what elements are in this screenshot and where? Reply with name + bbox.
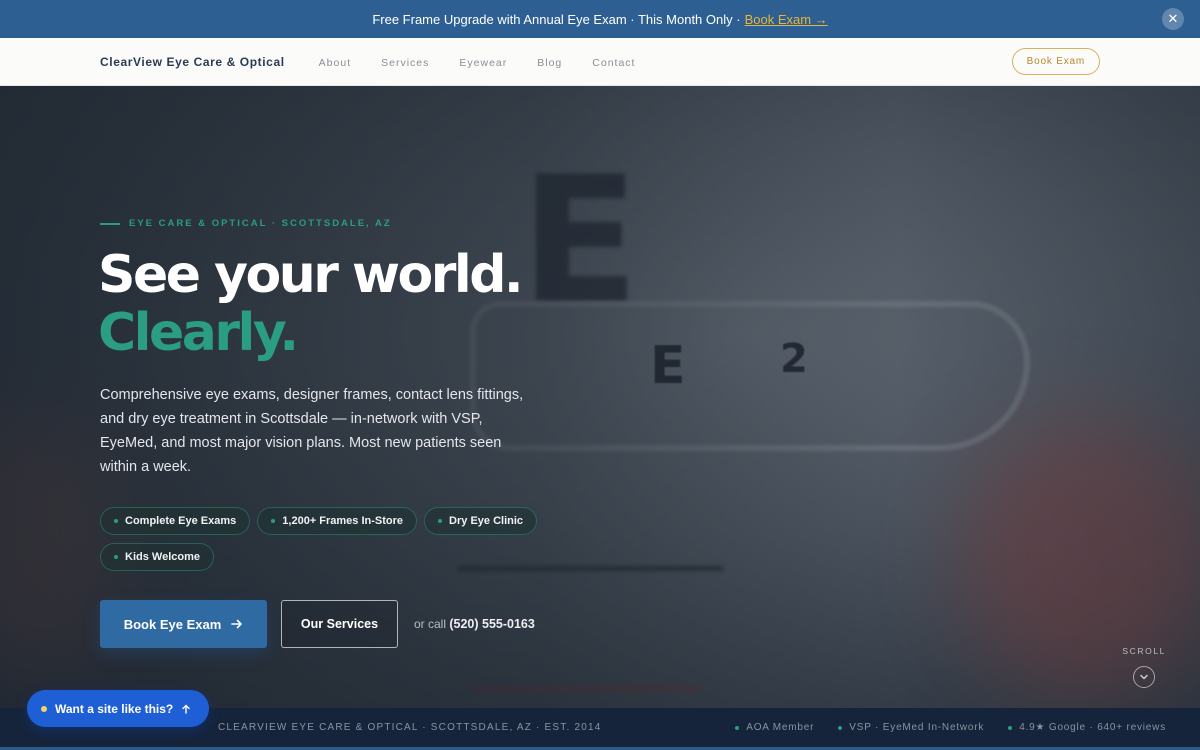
widget-label: Want a site like this? bbox=[55, 701, 174, 716]
feature-chip: 1,200+ Frames In-Store bbox=[257, 507, 418, 535]
headline-line-1: See your world. bbox=[98, 245, 524, 305]
arrow-right-icon bbox=[231, 619, 243, 629]
scroll-indicator: SCROLL bbox=[1122, 646, 1166, 688]
feature-chips: Complete Eye Exams 1,200+ Frames In-Stor… bbox=[100, 507, 540, 571]
chip-label: Complete Eye Exams bbox=[125, 515, 237, 527]
announcement-text: Free Frame Upgrade with Annual Eye Exam … bbox=[372, 11, 741, 27]
hero-section: E E 2 EYE CARE & OPTICAL · SCOTTSDALE, A… bbox=[0, 86, 1200, 708]
credential-badge: 4.9★ Google · 640+ reviews bbox=[1008, 722, 1166, 733]
close-announcement-button[interactable]: ✕ bbox=[1162, 8, 1184, 30]
site-promo-widget-button[interactable]: Want a site like this? bbox=[27, 690, 210, 727]
nav-link-services[interactable]: Services bbox=[381, 57, 429, 69]
badge-dot-icon bbox=[735, 725, 740, 730]
nav-link-contact[interactable]: Contact bbox=[592, 57, 635, 69]
headline-line-2: Clearly. bbox=[98, 303, 299, 364]
arrow-up-icon bbox=[182, 704, 190, 714]
call-prefix: or call bbox=[414, 617, 447, 631]
chip-dot-icon bbox=[114, 555, 118, 559]
our-services-button[interactable]: Our Services bbox=[281, 600, 398, 648]
book-eye-exam-label: Book Eye Exam bbox=[123, 616, 222, 632]
scroll-label: SCROLL bbox=[1122, 646, 1166, 656]
badge-dot-icon bbox=[1008, 725, 1013, 730]
status-dot-icon bbox=[41, 705, 47, 712]
feature-chip: Kids Welcome bbox=[100, 543, 214, 571]
chip-label: 1,200+ Frames In-Store bbox=[282, 515, 404, 527]
phone-link[interactable]: (520) 555-0163 bbox=[449, 617, 534, 631]
announcement-bar: Free Frame Upgrade with Annual Eye Exam … bbox=[0, 0, 1200, 38]
credential-badge: VSP · EyeMed In-Network bbox=[838, 722, 984, 733]
scroll-down-button[interactable] bbox=[1133, 666, 1156, 688]
hero-cta-row: Book Eye Exam Our Services or call (520)… bbox=[100, 600, 535, 648]
feature-chip: Complete Eye Exams bbox=[100, 507, 251, 535]
eyebrow-rule bbox=[100, 222, 120, 225]
nav-link-about[interactable]: About bbox=[319, 57, 351, 69]
chip-label: Kids Welcome bbox=[125, 551, 200, 563]
badge-label: AOA Member bbox=[746, 722, 815, 733]
hero-eyebrow: EYE CARE & OPTICAL · SCOTTSDALE, AZ bbox=[100, 218, 392, 229]
credential-badge: AOA Member bbox=[735, 722, 814, 733]
announcement-book-link[interactable]: Book Exam → bbox=[745, 12, 828, 27]
chip-label: Dry Eye Clinic bbox=[449, 515, 524, 527]
nav-book-exam-button[interactable]: Book Exam bbox=[1011, 48, 1100, 75]
call-text: or call (520) 555-0163 bbox=[414, 617, 535, 631]
close-icon: ✕ bbox=[1167, 11, 1179, 26]
hero-headline: See your world. Clearly. bbox=[98, 245, 524, 364]
badge-label: 4.9★ Google · 640+ reviews bbox=[1019, 722, 1166, 733]
nav-link-blog[interactable]: Blog bbox=[537, 57, 562, 69]
badge-dot-icon bbox=[838, 725, 843, 730]
nav-link-eyewear[interactable]: Eyewear bbox=[459, 57, 507, 69]
feature-chip: Dry Eye Clinic bbox=[424, 507, 538, 535]
nav-links: About Services Eyewear Blog Contact bbox=[319, 57, 636, 69]
chevron-down-icon bbox=[1140, 674, 1148, 680]
top-nav: ClearView Eye Care & Optical About Servi… bbox=[0, 38, 1200, 86]
chip-dot-icon bbox=[114, 519, 118, 523]
eyebrow-text: EYE CARE & OPTICAL · SCOTTSDALE, AZ bbox=[129, 218, 392, 229]
credential-badges: AOA Member VSP · EyeMed In-Network 4.9★ … bbox=[735, 722, 1166, 733]
book-eye-exam-button[interactable]: Book Eye Exam bbox=[100, 600, 267, 648]
hero-description: Comprehensive eye exams, designer frames… bbox=[100, 387, 524, 475]
chip-dot-icon bbox=[438, 519, 443, 523]
badge-label: VSP · EyeMed In-Network bbox=[849, 722, 985, 733]
chip-dot-icon bbox=[271, 519, 276, 523]
brand-logo[interactable]: ClearView Eye Care & Optical bbox=[100, 55, 285, 69]
